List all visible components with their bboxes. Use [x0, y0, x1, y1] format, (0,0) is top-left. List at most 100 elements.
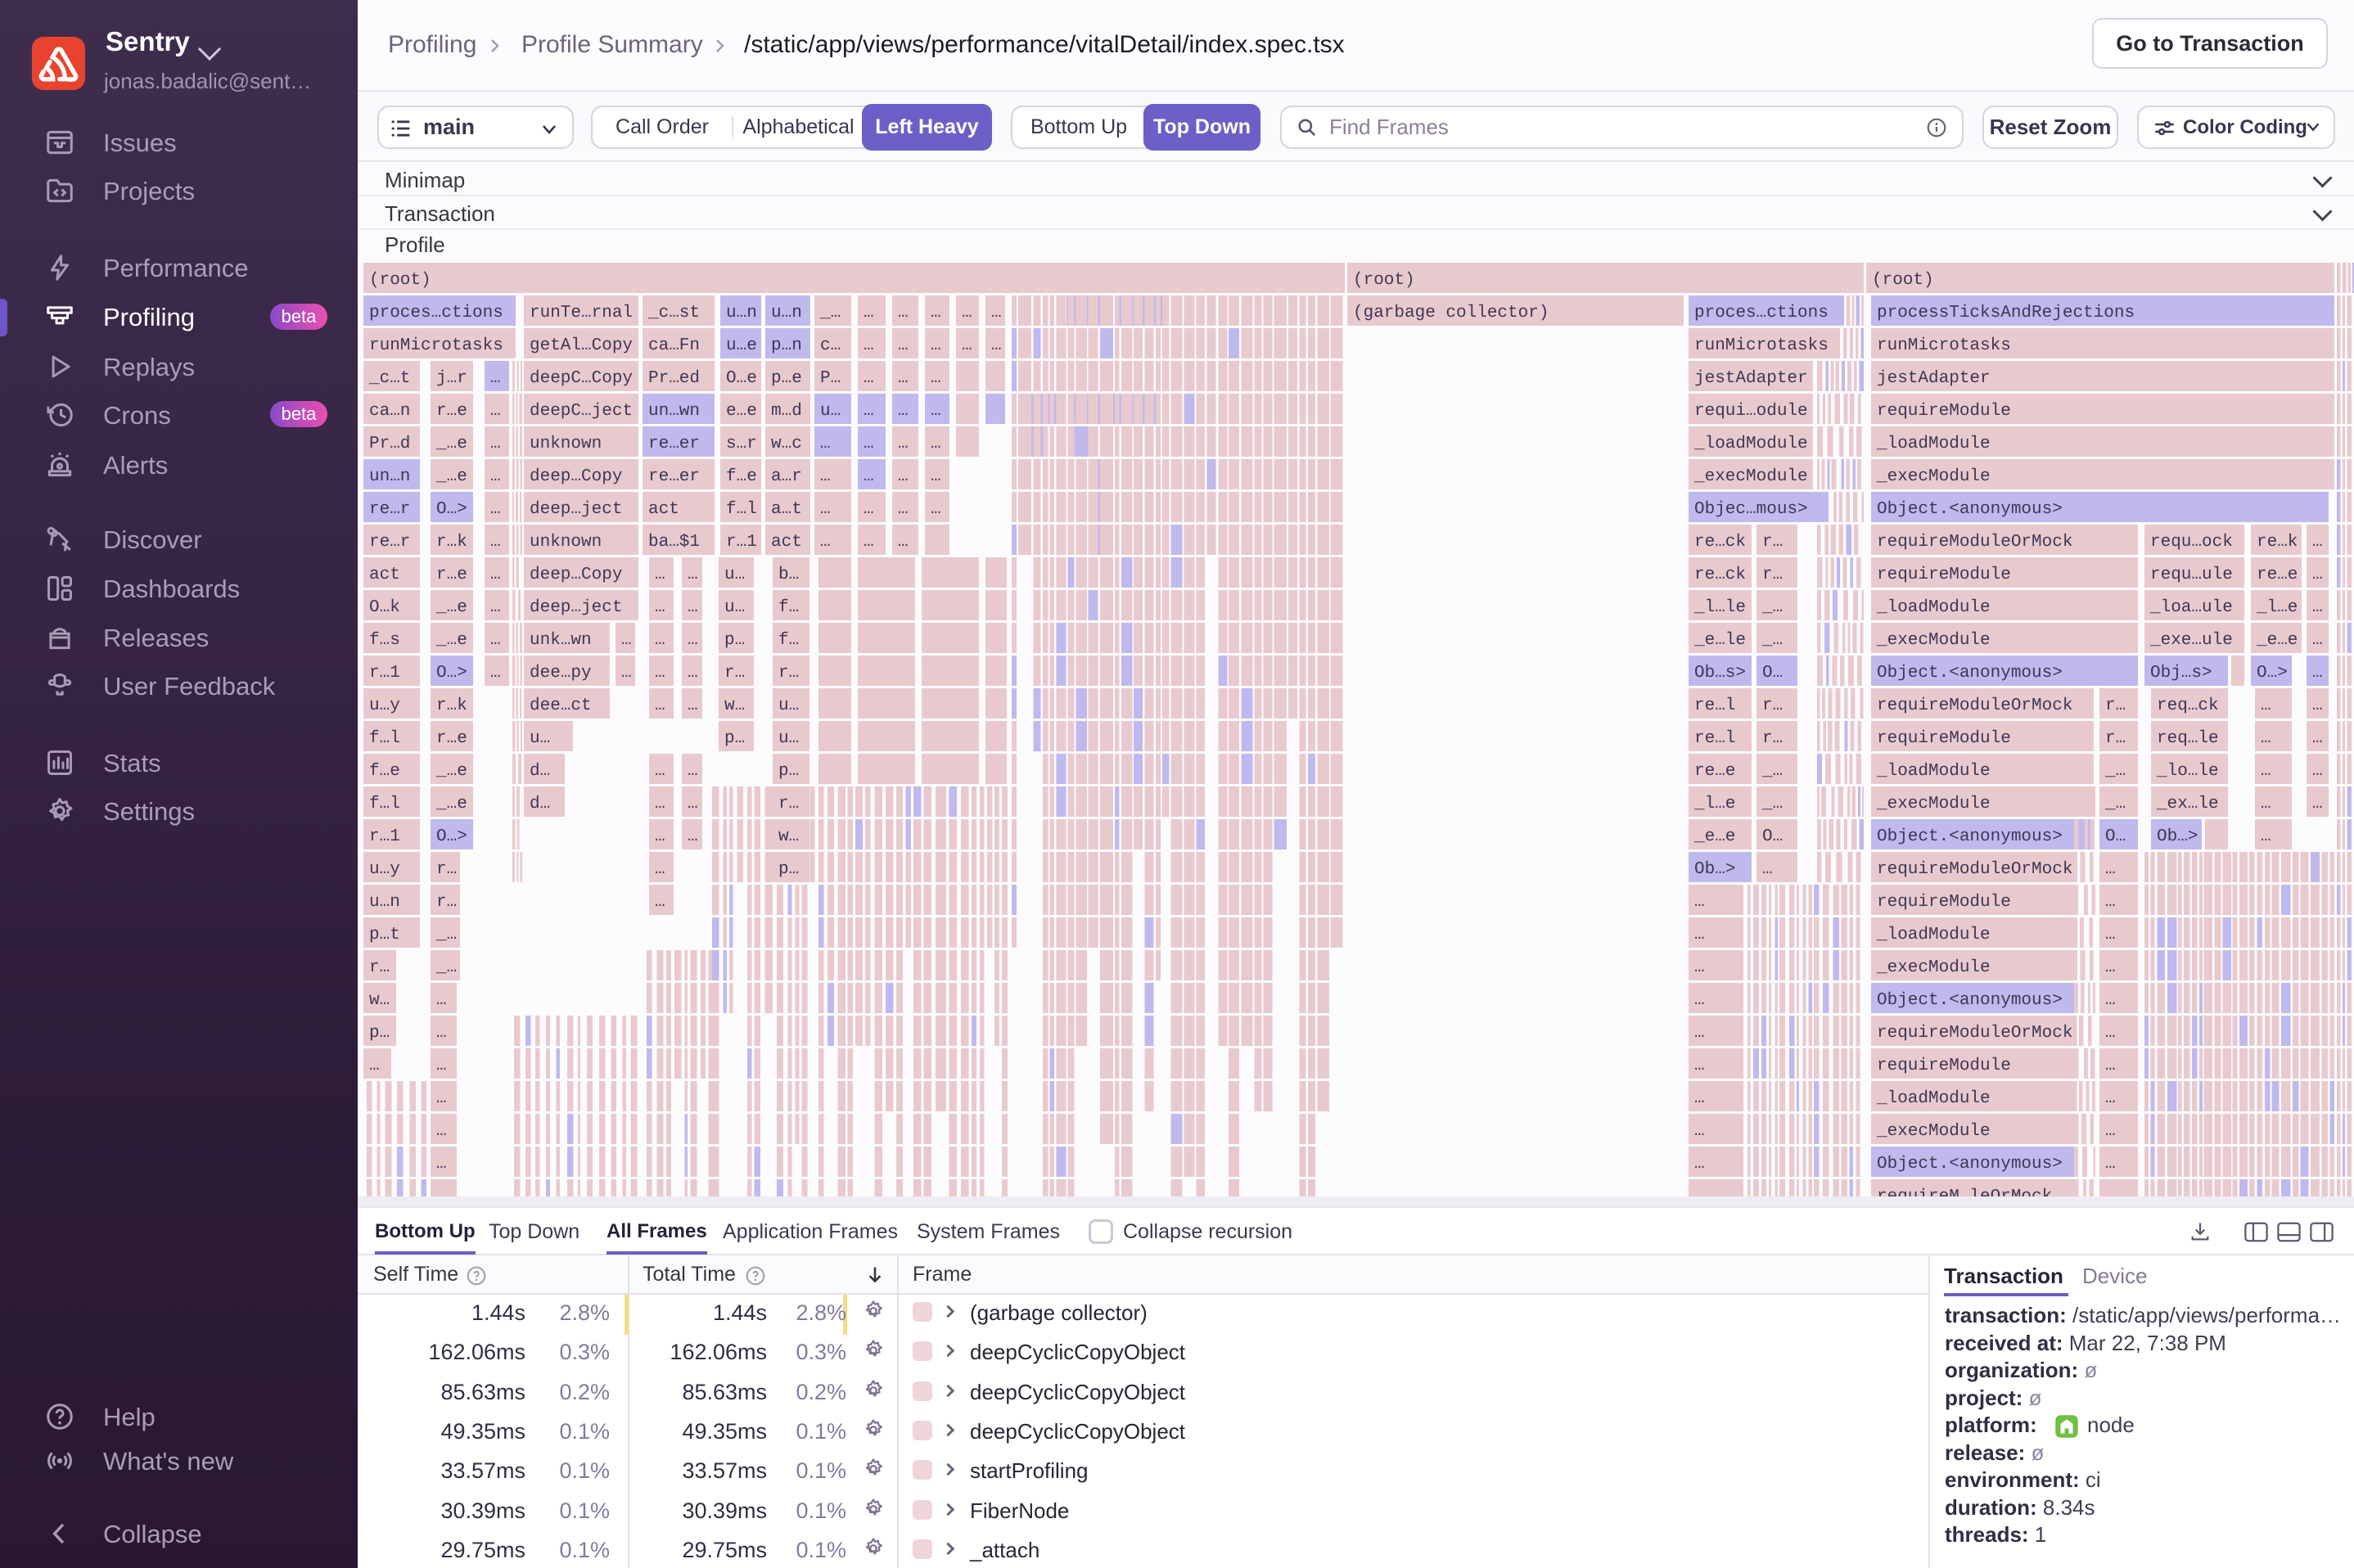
svg-text:…: … — [898, 500, 909, 519]
svg-text:u…: u… — [724, 598, 745, 617]
svg-text:…: … — [864, 533, 874, 552]
svg-text:…: … — [1694, 991, 1705, 1010]
svg-text:r…: r… — [1762, 696, 1783, 715]
svg-text:_ex…le: _ex…le — [2156, 795, 2219, 813]
svg-text:…: … — [931, 467, 941, 486]
svg-text:f…l: f…l — [369, 729, 400, 748]
svg-text:O…>: O…> — [436, 827, 467, 846]
svg-text:…: … — [931, 402, 941, 421]
svg-text:…: … — [688, 795, 698, 813]
svg-text:…: … — [2312, 696, 2323, 715]
svg-text:runMicrotasks: runMicrotasks — [1694, 336, 1829, 355]
svg-text:…: … — [864, 336, 874, 355]
svg-text:act: act — [369, 565, 400, 584]
svg-text:…: … — [2312, 598, 2323, 617]
svg-text:jestAdapter: jestAdapter — [1694, 369, 1808, 388]
svg-text:_…: _… — [435, 926, 457, 944]
svg-text:s…r: s…r — [726, 435, 757, 453]
svg-text:_loadModule: _loadModule — [1876, 762, 1991, 781]
svg-text:_execModule: _execModule — [1876, 467, 1991, 486]
svg-text:…: … — [2105, 958, 2116, 977]
svg-text:Object.<anonymous>: Object.<anonymous> — [1877, 664, 2063, 683]
svg-text:re…k: re…k — [2257, 533, 2298, 552]
svg-text:req…le: req…le — [2157, 729, 2219, 748]
svg-text:…: … — [688, 631, 698, 650]
svg-text:r…: r… — [2105, 696, 2126, 715]
svg-text:…: … — [2105, 1155, 2116, 1174]
svg-text:…: … — [490, 598, 501, 617]
svg-text:(garbage collector): (garbage collector) — [1353, 304, 1549, 322]
svg-text:…: … — [864, 467, 874, 486]
svg-text:(root): (root) — [1872, 271, 1934, 290]
svg-text:…: … — [1694, 1089, 1705, 1108]
svg-text:…: … — [2261, 827, 2271, 846]
svg-text:requireModuleOrMock: requireModuleOrMock — [1877, 533, 2072, 552]
svg-text:(root): (root) — [1353, 271, 1415, 290]
svg-text:_e…e: _e…e — [2256, 631, 2298, 650]
svg-text:…: … — [436, 1057, 447, 1075]
svg-text:_exe…ule: _exe…ule — [2149, 631, 2233, 650]
svg-text:requireModule: requireModule — [1877, 893, 2011, 912]
svg-text:requ…ule: requ…ule — [2150, 565, 2233, 584]
svg-text:…: … — [655, 893, 665, 912]
svg-text:r…e: r…e — [436, 402, 467, 421]
svg-text:…: … — [864, 369, 874, 388]
svg-text:…: … — [2261, 696, 2271, 715]
svg-text:…: … — [931, 500, 941, 519]
svg-text:…: … — [931, 336, 941, 355]
svg-text:requireModuleOrMock: requireModuleOrMock — [1877, 860, 2072, 879]
svg-text:r…: r… — [1762, 729, 1783, 748]
svg-text:deep…ject: deep…ject — [530, 500, 622, 519]
svg-text:r…: r… — [778, 664, 799, 683]
svg-text:r…: r… — [2105, 729, 2126, 748]
svg-text:…: … — [436, 1089, 447, 1108]
svg-text:_…e: _…e — [435, 467, 467, 486]
svg-text:getAl…Copy: getAl…Copy — [530, 336, 633, 355]
svg-text:ca…Fn: ca…Fn — [648, 336, 700, 355]
svg-text:…: … — [688, 565, 698, 584]
svg-text:_…: _… — [2104, 762, 2126, 781]
svg-text:…: … — [490, 402, 501, 421]
svg-text:…: … — [2312, 795, 2323, 813]
svg-text:…: … — [621, 631, 632, 650]
svg-text:requ…ock: requ…ock — [2150, 533, 2233, 552]
svg-text:…: … — [655, 598, 665, 617]
svg-text:_l…e: _l…e — [2256, 598, 2298, 617]
svg-text:u…n: u…n — [369, 893, 400, 912]
svg-text:u…: u… — [724, 565, 745, 584]
svg-text:…: … — [655, 762, 665, 781]
svg-text:O…e: O…e — [726, 369, 757, 388]
svg-text:_…: _… — [1761, 598, 1783, 617]
svg-text:_execModule: _execModule — [1876, 1122, 1991, 1141]
svg-text:requireModule: requireModule — [1877, 402, 2011, 421]
svg-text:_…e: _…e — [435, 435, 467, 453]
svg-text:…: … — [490, 500, 501, 519]
svg-text:d…: d… — [530, 795, 550, 813]
svg-text:_…: _… — [1761, 762, 1783, 781]
svg-text:req…ck: req…ck — [2157, 696, 2219, 715]
svg-text:…: … — [820, 435, 831, 453]
svg-text:w…c: w…c — [771, 435, 802, 453]
svg-text:Objec…mous>: Objec…mous> — [1694, 500, 1808, 519]
svg-text:…: … — [991, 336, 1002, 355]
svg-text:…: … — [436, 1155, 447, 1174]
svg-text:_loadModule: _loadModule — [1876, 598, 1991, 617]
svg-text:…: … — [1694, 926, 1705, 944]
svg-text:…: … — [621, 664, 632, 683]
svg-text:deepC…ject: deepC…ject — [530, 402, 633, 421]
svg-text:ca…n: ca…n — [369, 402, 410, 421]
svg-text:re…er: re…er — [648, 435, 700, 453]
svg-text:…: … — [436, 991, 447, 1010]
svg-text:_c…st: _c…st — [647, 304, 700, 322]
svg-text:requireModuleOrMock: requireModuleOrMock — [1877, 696, 2072, 715]
svg-text:r…: r… — [1762, 565, 1783, 584]
svg-text:_l…e: _l…e — [1693, 795, 1735, 813]
svg-text:_execModule: _execModule — [1876, 958, 1991, 977]
svg-text:O…>: O…> — [436, 500, 467, 519]
svg-text:…: … — [962, 336, 972, 355]
svg-text:…: … — [820, 500, 831, 519]
svg-text:Object.<anonymous>: Object.<anonymous> — [1877, 991, 2063, 1010]
svg-text:p…t: p…t — [369, 926, 400, 944]
svg-text:…: … — [1694, 893, 1705, 912]
svg-text:…: … — [2312, 664, 2323, 683]
